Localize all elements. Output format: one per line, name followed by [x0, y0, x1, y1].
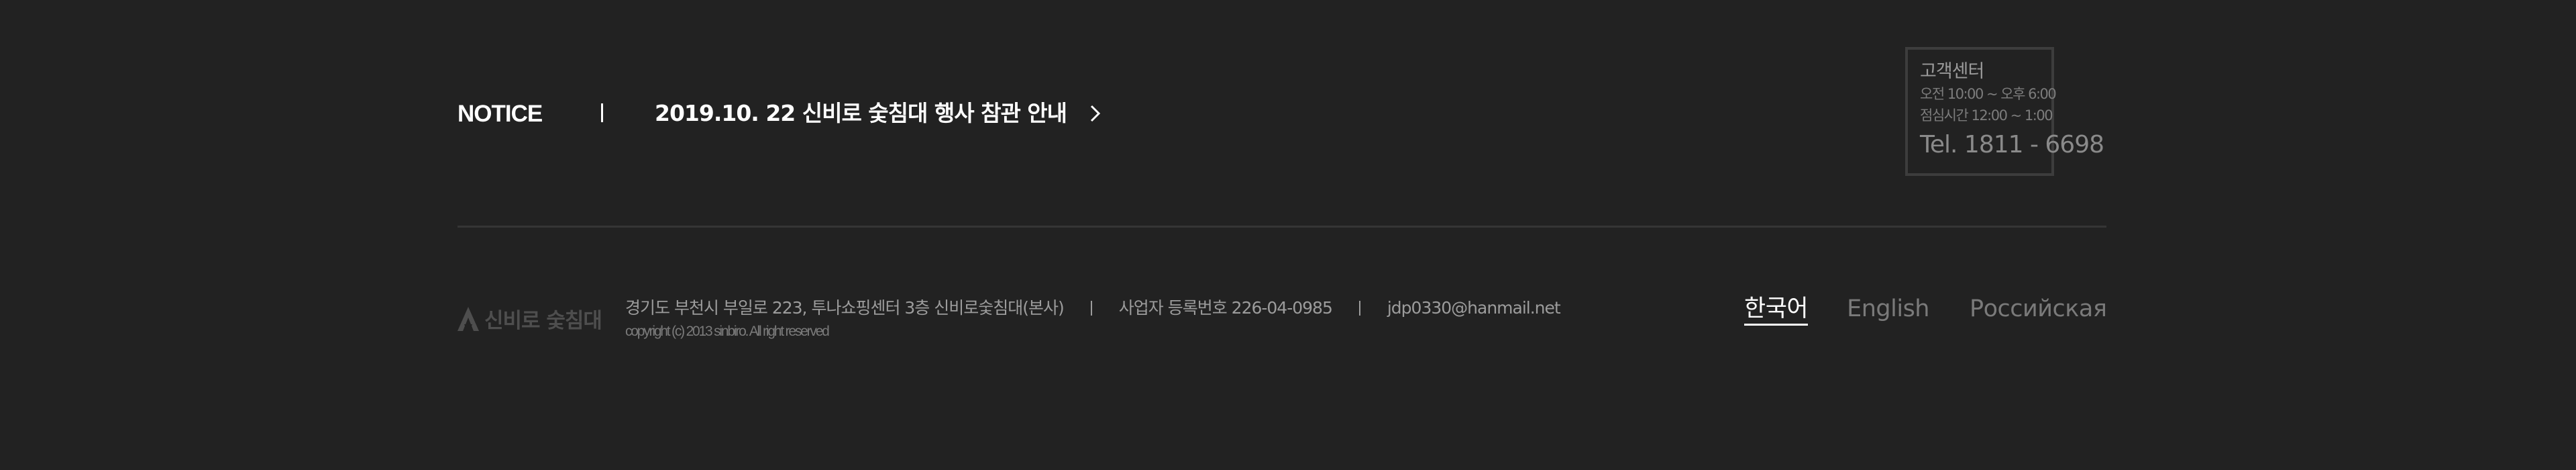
notice-headline: 2019.10. 22 신비로 숯침대 행사 참관 안내 [655, 100, 1067, 126]
customer-center-title: 고객센터 [1920, 61, 1984, 82]
customer-center-tel[interactable]: Tel. 1811 - 6698 [1920, 128, 2104, 162]
business-number: 사업자 등록번호 226-04-0985 [1118, 298, 1333, 318]
info-separator [1358, 301, 1360, 316]
language-menu: 한국어 English Российская [1744, 294, 2107, 326]
notice-label: NOTICE [458, 101, 543, 127]
logo-mark-icon [456, 306, 480, 332]
company-address: 경기도 부천시 부일로 223, 투나쇼핑센터 3층 신비로숯침대(본사) [625, 298, 1065, 318]
info-separator [1090, 301, 1092, 316]
footer-divider [458, 226, 2106, 228]
company-email[interactable]: jdp0330@hanmail.net [1387, 297, 1561, 320]
language-korean[interactable]: 한국어 [1744, 294, 1809, 326]
footer-logo-text: 신비로 숯침대 [484, 309, 602, 333]
notice-separator [601, 103, 603, 122]
company-info: 경기도 부천시 부일로 223, 투나쇼핑센터 3층 신비로숯침대(본사) 사업… [625, 297, 1561, 320]
footer-logo[interactable]: 신비로 숯침대 [456, 303, 602, 334]
chevron-right-icon [1089, 104, 1102, 123]
notice-link[interactable]: 2019.10. 22 신비로 숯침대 행사 참관 안내 [655, 100, 1102, 127]
language-english[interactable]: English [1847, 294, 1929, 324]
copyright-text: copyright (c) 2013 sinbiro. All right re… [625, 324, 830, 339]
customer-center-lunch: 점심시간 12:00 ~ 1:00 [1920, 107, 2053, 124]
customer-center-box: 고객센터 오전 10:00 ~ 오후 6:00 점심시간 12:00 ~ 1:0… [1905, 47, 2104, 176]
customer-center-hours: 오전 10:00 ~ 오후 6:00 [1920, 86, 2057, 102]
language-russian[interactable]: Российская [1970, 294, 2107, 324]
